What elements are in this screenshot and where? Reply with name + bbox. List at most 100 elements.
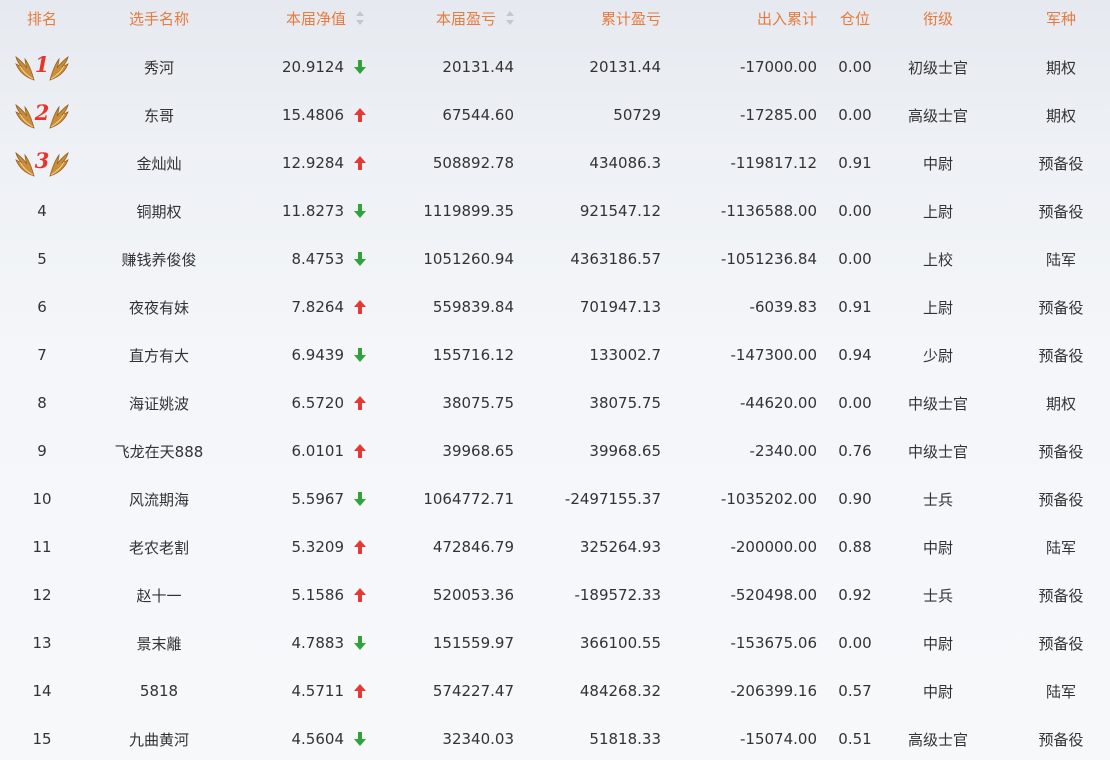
wing-icon (49, 104, 69, 129)
current-pnl: 38075.75 (442, 394, 514, 412)
rank-number: 11 (32, 538, 52, 556)
header-position[interactable]: 仓位 (817, 0, 893, 36)
nav-value: 8.4753 (291, 250, 345, 268)
rank-title: 中尉 (922, 154, 953, 173)
position-ratio: 0.57 (838, 682, 872, 700)
position-ratio: 0.00 (838, 58, 872, 76)
wing-icon (15, 56, 35, 81)
leaderboard-table: 排名 选手名称 本届净值 本届盈亏 累计盈亏 出入累计 仓位 衔级 军种 1 秀河… (0, 0, 1110, 760)
trend-indicator (348, 571, 372, 619)
in-out-total: -200000.00 (730, 538, 817, 556)
arrow-down-icon (354, 636, 366, 650)
arrow-up-icon (354, 108, 366, 122)
in-out-total: -17000.00 (740, 58, 817, 76)
table-row[interactable]: 15 九曲黄河 4.5604 32340.03 51818.33 -15074.00 0.5… (0, 715, 1110, 760)
header-name[interactable]: 选手名称 (84, 0, 234, 36)
rank-number: 10 (32, 490, 52, 508)
position-ratio: 0.51 (838, 730, 872, 748)
rank-number: 14 (32, 682, 52, 700)
player-name[interactable]: 铜期权 (84, 187, 234, 235)
wing-icon (15, 152, 35, 177)
trend-indicator (348, 523, 372, 571)
table-row[interactable]: 11 老农老割 5.3209 472846.79 325264.93 -200000.00… (0, 523, 1110, 571)
arrow-down-icon (354, 204, 366, 218)
branch: 预备役 (1038, 202, 1084, 221)
branch: 预备役 (1038, 346, 1084, 365)
branch: 陆军 (1045, 250, 1076, 269)
header-current-pnl[interactable]: 本届盈亏 (380, 0, 514, 36)
sort-icon[interactable] (356, 11, 364, 25)
trend-indicator (348, 139, 372, 187)
table-row[interactable]: 6 夜夜有妹 7.8264 559839.84 701947.13 -6039.83 0.9… (0, 283, 1110, 331)
cumulative-pnl: 4363186.57 (570, 250, 661, 268)
arrow-up-icon (354, 588, 366, 602)
wing-icon (49, 56, 69, 81)
header-current-pnl-label: 本届盈亏 (435, 9, 496, 28)
header-rank[interactable]: 排名 (0, 0, 84, 36)
player-name[interactable]: 5818 (84, 667, 234, 715)
table-row[interactable]: 5 赚钱养俊俊 8.4753 1051260.94 4363186.57 -1051236… (0, 235, 1110, 283)
in-out-total: -1051236.84 (720, 250, 817, 268)
player-name[interactable]: 夜夜有妹 (84, 283, 234, 331)
current-pnl: 1064772.71 (423, 490, 514, 508)
rank-number: 7 (37, 346, 47, 364)
table-row[interactable]: 14 5818 4.5711 574227.47 484268.32 -206399.16… (0, 667, 1110, 715)
player-name[interactable]: 直方有大 (84, 331, 234, 379)
player-name[interactable]: 景末離 (84, 619, 234, 667)
arrow-up-icon (354, 684, 366, 698)
player-name[interactable]: 金灿灿 (84, 139, 234, 187)
header-in-out[interactable]: 出入累计 (661, 0, 817, 36)
player-name[interactable]: 赵十一 (84, 571, 234, 619)
table-row[interactable]: 10 风流期海 5.5967 1064772.71 -2497155.37 -103520… (0, 475, 1110, 523)
header-branch[interactable]: 军种 (1010, 0, 1110, 36)
nav-value: 12.9284 (281, 154, 344, 172)
table-row[interactable]: 7 直方有大 6.9439 155716.12 133002.7 -147300.00 0.… (0, 331, 1110, 379)
arrow-down-icon (354, 60, 366, 74)
in-out-total: -119817.12 (730, 154, 817, 172)
branch: 预备役 (1038, 442, 1084, 461)
rank-title: 上尉 (922, 298, 953, 317)
rank-title: 中级士官 (907, 442, 968, 461)
player-name[interactable]: 赚钱养俊俊 (84, 235, 234, 283)
table-row[interactable]: 3 金灿灿 12.9284 508892.78 434086.3 -119817.12 0.… (0, 139, 1110, 187)
player-name[interactable]: 九曲黄河 (84, 715, 234, 760)
table-row[interactable]: 8 海证姚波 6.5720 38075.75 38075.75 -44620.00 0.00… (0, 379, 1110, 427)
cumulative-pnl: 701947.13 (579, 298, 661, 316)
rank-title: 中尉 (922, 634, 953, 653)
rank-title: 中尉 (922, 538, 953, 557)
header-cumulative-pnl[interactable]: 累计盈亏 (514, 0, 661, 36)
cumulative-pnl: 133002.7 (589, 346, 661, 364)
branch: 预备役 (1038, 154, 1084, 173)
branch: 预备役 (1038, 490, 1084, 509)
player-name[interactable]: 东哥 (84, 91, 234, 139)
sort-icon[interactable] (506, 11, 514, 25)
table-row[interactable]: 12 赵十一 5.1586 520053.36 -189572.33 -520498.00… (0, 571, 1110, 619)
player-name[interactable]: 飞龙在天888 (84, 427, 234, 475)
arrow-up-icon (354, 396, 366, 410)
header-title[interactable]: 衔级 (893, 0, 983, 36)
table-row[interactable]: 9 飞龙在天888 6.0101 39968.65 39968.65 -2340.00 0.… (0, 427, 1110, 475)
player-name[interactable]: 秀河 (84, 43, 234, 91)
player-name[interactable]: 风流期海 (84, 475, 234, 523)
current-pnl: 574227.47 (432, 682, 514, 700)
player-name[interactable]: 海证姚波 (84, 379, 234, 427)
current-pnl: 39968.65 (442, 442, 514, 460)
position-ratio: 0.91 (838, 298, 872, 316)
position-ratio: 0.90 (838, 490, 872, 508)
in-out-total: -15074.00 (740, 730, 817, 748)
table-row[interactable]: 1 秀河 20.9124 20131.44 20131.44 -17000.00 0.00 初… (0, 43, 1110, 91)
header-nav[interactable]: 本届净值 (234, 0, 364, 36)
player-name[interactable]: 老农老割 (84, 523, 234, 571)
table-row[interactable]: 4 铜期权 11.8273 1119899.35 921547.12 -1136588.0… (0, 187, 1110, 235)
rank-number: 13 (32, 634, 52, 652)
position-ratio: 0.00 (838, 394, 872, 412)
trend-indicator (348, 379, 372, 427)
rank-title: 高级士官 (907, 730, 968, 749)
cumulative-pnl: -189572.33 (574, 586, 661, 604)
arrow-up-icon (354, 300, 366, 314)
table-row[interactable]: 2 东哥 15.4806 67544.60 50729 -17285.00 0.00 高级士官… (0, 91, 1110, 139)
medal-badge: 2 (14, 100, 70, 130)
table-row[interactable]: 13 景末離 4.7883 151559.97 366100.55 -153675.06 0… (0, 619, 1110, 667)
current-pnl: 155716.12 (432, 346, 514, 364)
arrow-up-icon (354, 444, 366, 458)
